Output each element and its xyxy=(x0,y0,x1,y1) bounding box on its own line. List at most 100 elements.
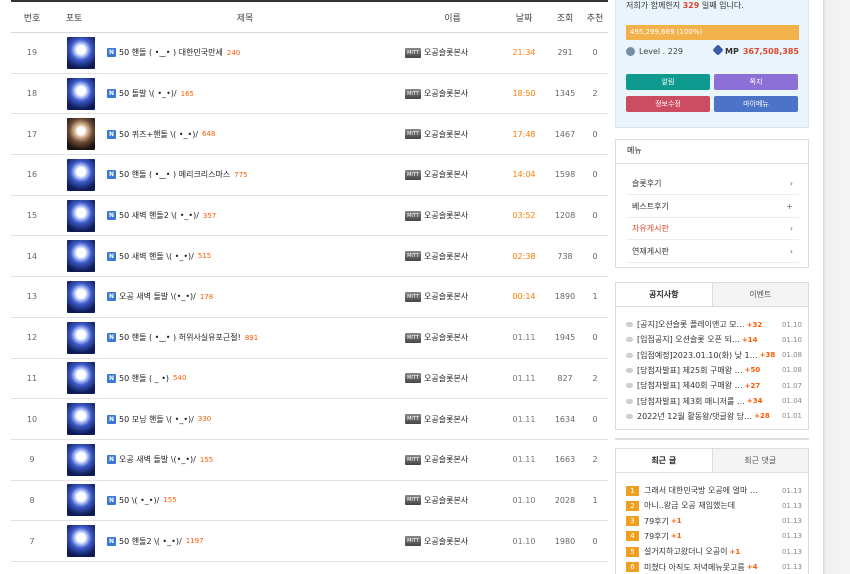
thumbnail-image[interactable] xyxy=(67,403,95,436)
tab-0[interactable]: 최근 글 xyxy=(616,449,712,472)
notice-item[interactable]: [당첨자발표] 제3회 매니저룰 … +34 01.04 xyxy=(626,396,802,407)
row-author[interactable]: MITT 오공슬롯본사 xyxy=(395,454,500,465)
tab-1[interactable]: 이벤트 xyxy=(711,283,808,306)
post-title-link[interactable]: 50 핸돌2 \( •_•)/ xyxy=(119,536,182,547)
thumbnail-image[interactable] xyxy=(67,484,95,517)
alarm-button[interactable]: 알림 xyxy=(626,74,710,90)
notice-title[interactable]: [입점예정]2023.01.10(화) 낮 1… xyxy=(637,350,758,361)
thumbnail-image[interactable] xyxy=(67,240,95,273)
row-author[interactable]: MITT 오공슬롯본사 xyxy=(395,169,500,180)
row-title[interactable]: N 50 핸돌2 \( •_•)/1197 xyxy=(95,536,395,547)
thumbnail-image[interactable] xyxy=(67,362,95,395)
row-title[interactable]: N 50 돌발 \( •_•)/165 xyxy=(95,88,395,99)
post-title-link[interactable]: 오공 새벽 돌발 \(•_•)/ xyxy=(119,454,196,465)
recent-item[interactable]: 1 그래서 대한민국방 오공에 얼마 … 01.13 xyxy=(626,485,802,496)
author-name[interactable]: 오공슬롯본사 xyxy=(424,373,468,384)
menu-item-0[interactable]: 슬롯후기 › xyxy=(626,173,799,195)
author-name[interactable]: 오공슬롯본사 xyxy=(424,495,468,506)
row-title[interactable]: N 50 핸돌 ( _ •) 540 xyxy=(95,373,395,384)
row-title[interactable]: N 50 핸돌 ( •‿• ) 대한민국만세 240 xyxy=(95,47,395,58)
author-name[interactable]: 오공슬롯본사 xyxy=(424,88,468,99)
recent-item[interactable]: 5 설거지하고왔더니 오공이 +1 01.13 xyxy=(626,546,802,557)
author-name[interactable]: 오공슬롯본사 xyxy=(424,536,468,547)
notice-item[interactable]: [당첨자발표] 제40회 구매왕 … +27 01.07 xyxy=(626,380,802,391)
tab-0[interactable]: 공지사항 xyxy=(616,283,712,306)
notice-title[interactable]: [당첨자발표] 제25회 구매왕 … xyxy=(637,365,743,376)
recent-item[interactable]: 3 79후기 +1 01.13 xyxy=(626,516,802,527)
thumbnail-image[interactable] xyxy=(67,525,95,558)
thumbnail-image[interactable] xyxy=(67,280,95,313)
recent-item[interactable]: 6 미쳤다 아직도 저녁메뉴못고름 +4 01.13 xyxy=(626,562,802,573)
thumbnail-image[interactable] xyxy=(67,443,95,476)
post-title-link[interactable]: 오공 새벽 돌발 \(•_•)/ xyxy=(119,291,196,302)
recent-title[interactable]: 그래서 대한민국방 오공에 얼마 … xyxy=(644,485,758,496)
row-title[interactable]: N 오공 새벽 돌발 \(•_•)/155 xyxy=(95,454,395,465)
notice-title[interactable]: [공지]오션슬롯 플레이앤고 모… xyxy=(637,319,745,330)
post-title-link[interactable]: 50 \( •_•)/ xyxy=(119,496,159,505)
thumbnail-image[interactable] xyxy=(67,77,95,110)
thumbnail-image[interactable] xyxy=(67,158,95,191)
row-author[interactable]: MITT 오공슬롯본사 xyxy=(395,88,500,99)
row-author[interactable]: MITT 오공슬롯본사 xyxy=(395,251,500,262)
row-title[interactable]: N 50 새벽 핸돌 \( •_•)/515 xyxy=(95,251,395,262)
recent-title[interactable]: 79후기 xyxy=(644,531,669,542)
post-title-link[interactable]: 50 핸돌 ( _ •) xyxy=(119,373,169,384)
menu-item-1[interactable]: 베스트후기 + xyxy=(626,196,799,218)
post-title-link[interactable]: 50 핸돌 ( •‿• ) 대한민국만세 xyxy=(119,47,223,58)
row-title[interactable]: N 오공 새벽 돌발 \(•_•)/178 xyxy=(95,291,395,302)
author-name[interactable]: 오공슬롯본사 xyxy=(424,251,468,262)
menu-item-2[interactable]: 자유게시판 › xyxy=(626,218,799,240)
thumbnail-image[interactable] xyxy=(67,199,95,232)
note-button[interactable]: 쪽지 xyxy=(714,74,798,90)
row-title[interactable]: N 50 모닝 핸돌 \( •_•)/330 xyxy=(95,414,395,425)
notice-title[interactable]: 2022년 12월 활동왕/댓글왕 당… xyxy=(637,411,752,422)
row-author[interactable]: MITT 오공슬롯본사 xyxy=(395,495,500,506)
notice-item[interactable]: 2022년 12월 활동왕/댓글왕 당… +28 01.01 xyxy=(626,411,802,422)
row-author[interactable]: MITT 오공슬롯본사 xyxy=(395,536,500,547)
row-author[interactable]: MITT 오공슬롯본사 xyxy=(395,291,500,302)
author-name[interactable]: 오공슬롯본사 xyxy=(424,454,468,465)
notice-title[interactable]: [당첨자발표] 제3회 매니저룰 … xyxy=(637,396,745,407)
thumbnail-image[interactable] xyxy=(67,36,95,69)
author-name[interactable]: 오공슬롯본사 xyxy=(424,332,468,343)
author-name[interactable]: 오공슬롯본사 xyxy=(424,47,468,58)
notice-item[interactable]: [입점공지] 오션슬롯 오픈 되… +14 01.10 xyxy=(626,334,802,345)
my-menu-button[interactable]: 마이메뉴 xyxy=(714,96,798,112)
row-author[interactable]: MITT 오공슬롯본사 xyxy=(395,129,500,140)
recent-title[interactable]: 79후기 xyxy=(644,516,669,527)
edit-info-button[interactable]: 정보수정 xyxy=(626,96,710,112)
notice-title[interactable]: [당첨자발표] 제40회 구매왕 … xyxy=(637,380,743,391)
post-title-link[interactable]: 50 핸돌 ( •‿• ) 허위사실유포근절! xyxy=(119,332,241,343)
author-name[interactable]: 오공슬롯본사 xyxy=(424,414,468,425)
post-title-link[interactable]: 50 새벽 핸돌2 \( •_•)/ xyxy=(119,210,199,221)
thumbnail-image[interactable] xyxy=(67,321,95,354)
row-author[interactable]: MITT 오공슬롯본사 xyxy=(395,210,500,221)
author-name[interactable]: 오공슬롯본사 xyxy=(424,291,468,302)
recent-item[interactable]: 4 79후기 +1 01.13 xyxy=(626,531,802,542)
recent-title[interactable]: 미쳤다 아직도 저녁메뉴못고름 xyxy=(644,562,745,573)
recent-item[interactable]: 2 아니..왕금 오공 재입했는데 01.13 xyxy=(626,500,802,511)
row-title[interactable]: N 50 핸돌 ( •‿• ) 허위사실유포근절! 891 xyxy=(95,332,395,343)
author-name[interactable]: 오공슬롯본사 xyxy=(424,210,468,221)
post-title-link[interactable]: 50 모닝 핸돌 \( •_•)/ xyxy=(119,414,194,425)
post-title-link[interactable]: 50 새벽 핸돌 \( •_•)/ xyxy=(119,251,194,262)
post-title-link[interactable]: 50 핸돌 ( •‿• ) 메리크리스마스 xyxy=(119,169,230,180)
post-title-link[interactable]: 50 퀴즈+핸돌 \( •_•)/ xyxy=(119,129,198,140)
recent-title[interactable]: 아니..왕금 오공 재입했는데 xyxy=(644,500,735,511)
row-author[interactable]: MITT 오공슬롯본사 xyxy=(395,414,500,425)
post-title-link[interactable]: 50 돌발 \( •_•)/ xyxy=(119,88,177,99)
menu-item-3[interactable]: 연재게시판 › xyxy=(626,241,799,263)
tab-1[interactable]: 최근 댓글 xyxy=(711,449,808,472)
notice-title[interactable]: [입점공지] 오션슬롯 오픈 되… xyxy=(637,334,740,345)
recent-title[interactable]: 설거지하고왔더니 오공이 xyxy=(644,546,728,557)
author-name[interactable]: 오공슬롯본사 xyxy=(424,129,468,140)
author-name[interactable]: 오공슬롯본사 xyxy=(424,169,468,180)
row-title[interactable]: N 50 퀴즈+핸돌 \( •_•)/ 648 xyxy=(95,129,395,140)
row-author[interactable]: MITT 오공슬롯본사 xyxy=(395,373,500,384)
notice-item[interactable]: [공지]오션슬롯 플레이앤고 모… +32 01.10 xyxy=(626,319,802,330)
notice-item[interactable]: [입점예정]2023.01.10(화) 낮 1… +38 01.08 xyxy=(626,350,802,361)
row-title[interactable]: N 50 \( •_•)/ 155 xyxy=(95,495,395,505)
row-title[interactable]: N 50 새벽 핸돌2 \( •_•)/357 xyxy=(95,210,395,221)
row-author[interactable]: MITT 오공슬롯본사 xyxy=(395,332,500,343)
notice-item[interactable]: [당첨자발표] 제25회 구매왕 … +50 01.08 xyxy=(626,365,802,376)
